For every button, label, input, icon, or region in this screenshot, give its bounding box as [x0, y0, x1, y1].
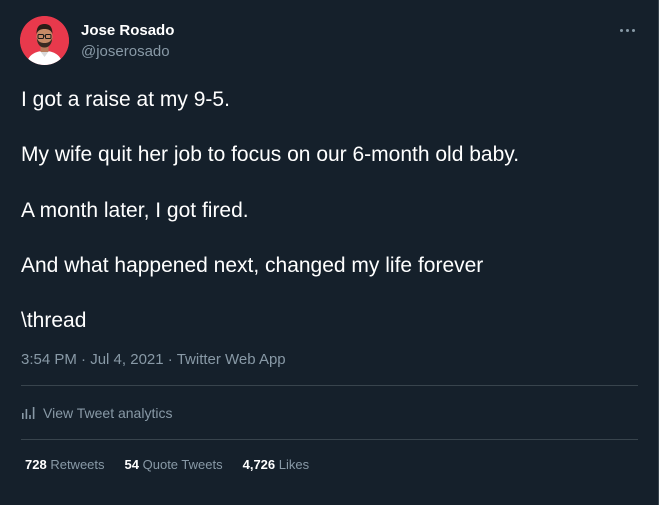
tweet-text-line: My wife quit her job to focus on our 6-m… [21, 143, 520, 166]
tweet-metadata: 3:54 PM · Jul 4, 2021 · Twitter Web App [21, 351, 286, 368]
engagement-stats: 728 Retweets 54 Quote Tweets 4,726 Likes [25, 457, 329, 472]
quote-tweets-count: 54 [124, 457, 139, 472]
likes-label: Likes [278, 457, 310, 472]
avatar-image [20, 16, 69, 65]
tweet-text-line: And what happened next, changed my life … [21, 254, 484, 277]
divider [21, 385, 638, 386]
quote-tweets-label: Quote Tweets [142, 457, 223, 472]
tweet-text-line: \thread [21, 309, 87, 332]
retweets-count: 728 [25, 457, 47, 472]
tweet-date[interactable]: Jul 4, 2021 [90, 351, 163, 368]
likes-count: 4,726 [242, 457, 276, 472]
tweet-text-line: A month later, I got fired. [21, 199, 249, 222]
tweet-source[interactable]: Twitter Web App [177, 351, 286, 368]
display-name[interactable]: Jose Rosado [81, 22, 174, 39]
avatar[interactable] [20, 16, 69, 65]
more-options-icon[interactable] [614, 20, 642, 40]
tweet-time[interactable]: 3:54 PM [21, 351, 77, 368]
meta-separator: · [81, 351, 87, 368]
divider [21, 439, 638, 440]
retweets-stat[interactable]: 728 Retweets [25, 457, 105, 472]
view-analytics-link[interactable]: View Tweet analytics [21, 402, 172, 424]
view-analytics-label: View Tweet analytics [43, 405, 173, 421]
bar-chart-icon [22, 407, 35, 419]
likes-stat[interactable]: 4,726 Likes [243, 457, 310, 472]
retweets-label: Retweets [50, 457, 105, 472]
user-handle[interactable]: @joserosado [81, 43, 170, 60]
quote-tweets-stat[interactable]: 54 Quote Tweets [125, 457, 223, 472]
meta-separator: · [167, 351, 173, 368]
tweet-detail: Jose Rosado @joserosado I got a raise at… [0, 0, 659, 505]
tweet-text-line: I got a raise at my 9-5. [21, 88, 230, 111]
